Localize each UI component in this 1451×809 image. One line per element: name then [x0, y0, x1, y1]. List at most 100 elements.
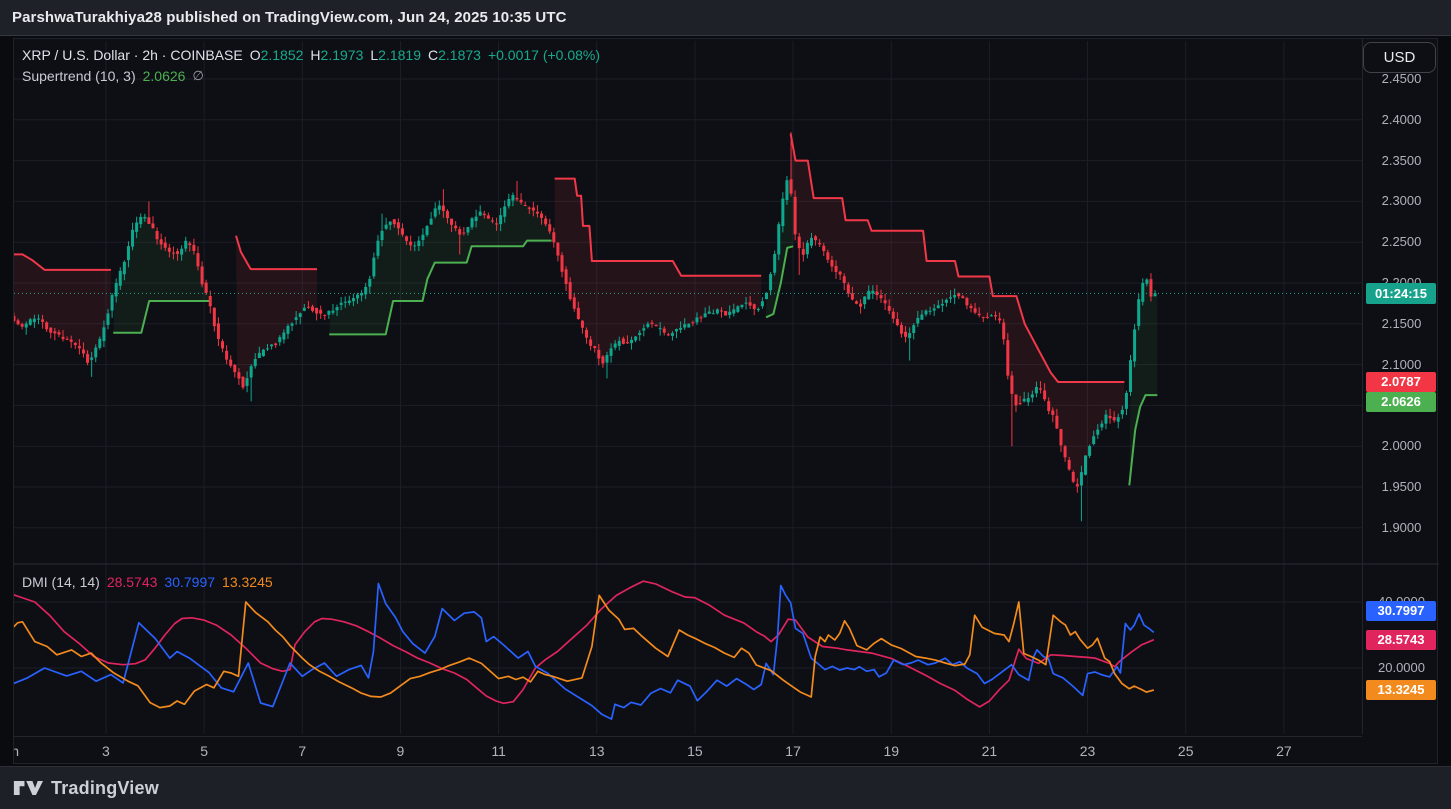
candle-body — [229, 360, 232, 366]
candle-body — [1129, 360, 1132, 392]
candle-body — [994, 315, 997, 316]
candle-body — [221, 341, 224, 348]
candle-body — [982, 317, 985, 318]
supertrend-legend-row[interactable]: Supertrend (10, 3) 2.0626 ∅ — [22, 68, 204, 84]
candle-body — [14, 316, 15, 321]
candle-body — [413, 245, 416, 246]
candle-body — [884, 300, 887, 303]
candle-body — [426, 226, 429, 235]
candle-body — [716, 309, 719, 313]
candle-body — [29, 319, 32, 325]
candle-body — [798, 237, 801, 249]
time-axis-label: 3 — [102, 743, 110, 759]
candle-body — [945, 300, 948, 303]
candle-body — [376, 241, 379, 256]
supertrend-line-up — [113, 301, 209, 333]
candle-body — [1051, 410, 1054, 415]
candle-body — [749, 302, 752, 305]
candle-body — [172, 253, 175, 254]
candle-body — [1027, 398, 1030, 402]
candle-body — [859, 304, 862, 307]
candle-body — [679, 328, 682, 330]
candle-body — [597, 350, 600, 359]
candle-body — [217, 323, 220, 339]
candle-body — [107, 313, 110, 324]
candle-body — [1068, 460, 1071, 469]
candle-body — [417, 241, 420, 246]
candle-body — [262, 350, 265, 356]
price-axis[interactable]: 2.45002.40002.35002.30002.25002.20002.15… — [1364, 41, 1439, 736]
candle-body — [70, 340, 73, 342]
candle-body — [1154, 293, 1157, 296]
candle-body — [168, 248, 171, 252]
candle-body — [1019, 403, 1022, 404]
candle-body — [1039, 388, 1042, 389]
chart-canvas[interactable] — [14, 39, 1439, 765]
candle-body — [888, 306, 891, 311]
candle-body — [634, 336, 637, 340]
candle-body — [532, 208, 535, 211]
supertrend-value: 2.0626 — [143, 68, 186, 84]
time-axis-label: 15 — [687, 743, 703, 759]
publish-text: ParshwaTurakhiya28 published on TradingV… — [12, 9, 567, 26]
candle-body — [855, 301, 858, 303]
candle-body — [401, 228, 404, 234]
candle-body — [925, 311, 928, 315]
candle-body — [241, 377, 244, 388]
dmi-value-badge: 30.7997 — [1366, 601, 1436, 621]
candle-body — [777, 224, 780, 254]
dmi-value-badge: 13.3245 — [1366, 680, 1436, 700]
currency-unit-button[interactable]: USD — [1363, 42, 1436, 73]
candle-body — [499, 215, 502, 224]
candle-body — [479, 212, 482, 216]
symbol-title: XRP / U.S. Dollar · 2h · COINBASE — [22, 47, 243, 63]
symbol-legend-row[interactable]: XRP / U.S. Dollar · 2h · COINBASE O2.185… — [22, 47, 600, 63]
candle-body — [810, 238, 813, 246]
candle-body — [180, 249, 183, 255]
candle-body — [295, 317, 298, 320]
candle-body — [593, 346, 596, 348]
candle-body — [57, 332, 60, 334]
candle-body — [536, 212, 539, 214]
candle-body — [577, 308, 580, 319]
candle-body — [1055, 416, 1058, 429]
time-axis-label: 23 — [1080, 743, 1096, 759]
candle-body — [904, 332, 907, 337]
candle-body — [450, 219, 453, 225]
ohlc-close-label: C — [428, 47, 438, 63]
candle-body — [442, 206, 445, 211]
time-axis-label: 19 — [883, 743, 899, 759]
candle-body — [790, 179, 793, 193]
candle-body — [757, 309, 760, 310]
dmi-legend-row[interactable]: DMI (14, 14) 28.5743 30.7997 13.3245 — [22, 574, 273, 590]
candle-body — [880, 295, 883, 298]
candle-body — [610, 348, 613, 356]
candle-body — [344, 302, 347, 303]
candle-body — [111, 295, 114, 311]
time-axis-label: 27 — [1276, 743, 1292, 759]
candle-body — [965, 298, 968, 305]
time-axis[interactable]: Jun3579111315171921232527 — [14, 736, 1362, 765]
candle-body — [37, 318, 40, 319]
candle-body — [1047, 401, 1050, 411]
chart-widget[interactable]: XRP / U.S. Dollar · 2h · COINBASE O2.185… — [13, 38, 1438, 764]
candle-body — [916, 318, 919, 324]
candle-body — [192, 245, 195, 251]
candle-body — [1113, 417, 1116, 420]
candle-body — [49, 328, 52, 333]
candle-body — [544, 219, 547, 225]
candle-body — [900, 325, 903, 334]
candle-body — [1145, 280, 1148, 284]
time-axis-label: Jun — [14, 743, 19, 759]
price-level-badge: 2.0626 — [1366, 392, 1436, 412]
tradingview-wordmark: TradingView — [51, 778, 159, 799]
candle-body — [708, 312, 711, 314]
candle-body — [434, 208, 437, 216]
candle-body — [998, 318, 1001, 320]
candle-body — [483, 214, 486, 215]
candle-body — [589, 339, 592, 345]
price-axis-label: 2.4000 — [1364, 112, 1439, 128]
candle-body — [773, 254, 776, 273]
candle-body — [516, 198, 519, 199]
candle-body — [712, 313, 715, 314]
